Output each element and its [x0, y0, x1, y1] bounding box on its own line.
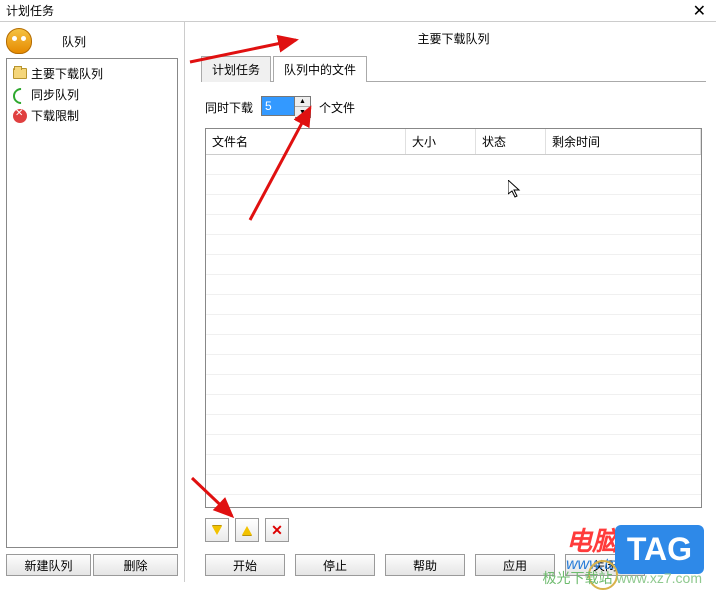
tree-item-main-queue[interactable]: 主要下载队列 — [9, 63, 175, 84]
tree-item-sync-queue[interactable]: 同步队列 — [9, 84, 175, 105]
tab-schedule[interactable]: 计划任务 — [201, 56, 271, 82]
sync-icon — [13, 88, 27, 102]
file-table: 文件名 大小 状态 剩余时间 — [205, 128, 702, 508]
queue-header-label: 队列 — [62, 33, 86, 50]
titlebar: 计划任务 ✕ — [0, 0, 716, 22]
spinner-up-button[interactable]: ▲ — [295, 97, 310, 107]
tabs: 计划任务 队列中的文件 — [201, 55, 706, 82]
tree-item-label: 同步队列 — [31, 86, 79, 103]
start-button[interactable]: 开始 — [205, 554, 285, 576]
table-body[interactable] — [206, 155, 701, 508]
arrow-up-icon — [242, 526, 252, 535]
concurrent-prefix: 同时下载 — [205, 99, 253, 116]
queue-tree[interactable]: 主要下载队列 同步队列 下载限制 — [6, 58, 178, 548]
arrow-down-icon — [212, 526, 222, 535]
right-panel: 主要下载队列 计划任务 队列中的文件 同时下载 ▲ ▼ 个文件 文件名 — [185, 22, 716, 582]
table-header: 文件名 大小 状态 剩余时间 — [206, 129, 701, 155]
limit-icon — [13, 109, 27, 123]
x-icon: ✕ — [271, 522, 283, 539]
move-up-button[interactable] — [235, 518, 259, 542]
delete-queue-button[interactable]: 删除 — [93, 554, 178, 576]
move-down-button[interactable] — [205, 518, 229, 542]
col-time[interactable]: 剩余时间 — [546, 129, 701, 154]
stop-button[interactable]: 停止 — [295, 554, 375, 576]
folder-icon — [13, 68, 27, 79]
col-status[interactable]: 状态 — [476, 129, 546, 154]
watermark-secondary: 极光下载站 www.xz7.com — [543, 568, 702, 588]
tag-badge: TAG — [615, 525, 704, 574]
tree-item-download-limit[interactable]: 下载限制 — [9, 105, 175, 126]
col-size[interactable]: 大小 — [406, 129, 476, 154]
tab-files-in-queue[interactable]: 队列中的文件 — [273, 56, 367, 82]
concurrent-row: 同时下载 ▲ ▼ 个文件 — [205, 96, 702, 118]
help-button[interactable]: 帮助 — [385, 554, 465, 576]
close-icon[interactable]: ✕ — [689, 1, 710, 21]
remove-button[interactable]: ✕ — [265, 518, 289, 542]
tree-item-label: 下载限制 — [31, 107, 79, 124]
concurrent-input[interactable] — [261, 96, 295, 116]
window-title: 计划任务 — [6, 2, 689, 19]
left-panel: 队列 主要下载队列 同步队列 下载限制 新建队列 删除 — [0, 22, 185, 582]
tree-item-label: 主要下载队列 — [31, 65, 103, 82]
concurrent-suffix: 个文件 — [319, 99, 355, 116]
spinner-down-button[interactable]: ▼ — [295, 107, 310, 117]
watermark-site-url: www.xz7.com — [616, 570, 702, 586]
panel-title: 主要下载队列 — [201, 30, 706, 47]
concurrent-spinner[interactable]: ▲ ▼ — [261, 96, 311, 118]
col-filename[interactable]: 文件名 — [206, 129, 406, 154]
new-queue-button[interactable]: 新建队列 — [6, 554, 91, 576]
app-logo-icon — [6, 28, 32, 54]
watermark-site-name: 极光下载站 — [543, 570, 613, 586]
